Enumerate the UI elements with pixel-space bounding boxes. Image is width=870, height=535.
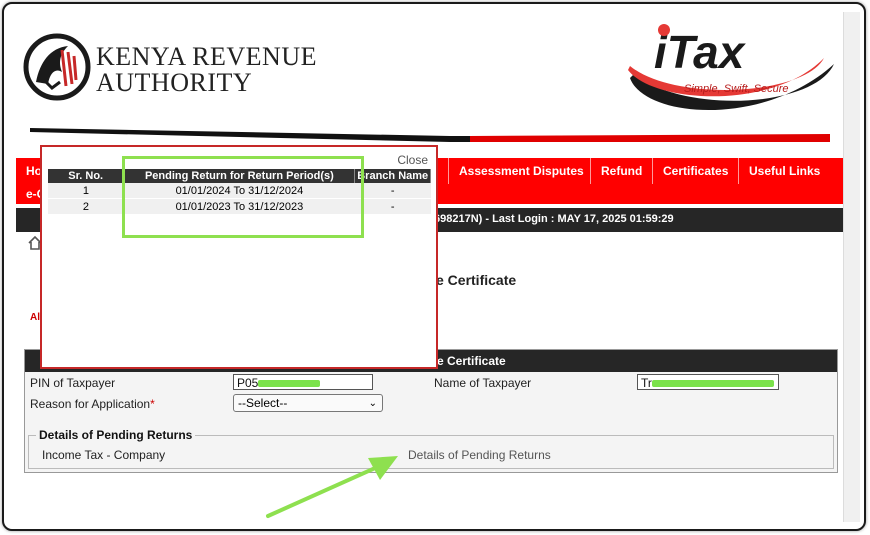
menu-item-assessment-disputes[interactable]: Assessment Disputes	[448, 158, 594, 184]
form-header-title: e Certificate	[437, 354, 506, 368]
branch-cell: -	[354, 183, 431, 199]
taxpayer-name-input[interactable]: Tr	[637, 374, 779, 390]
sr-no-cell: 1	[48, 183, 124, 199]
required-star: *	[150, 397, 155, 411]
kra-lion-logo-icon	[23, 33, 91, 101]
organisation-name: KENYA REVENUE AUTHORITY	[96, 44, 317, 96]
redaction-mask	[651, 380, 774, 388]
org-name-line1: KENYA REVENUE	[96, 42, 317, 71]
column-header-sr-no: Sr. No.	[48, 169, 125, 183]
last-login-text: 698217N) - Last Login : MAY 17, 2025 01:…	[434, 213, 674, 225]
vertical-scrollbar[interactable]	[843, 12, 860, 522]
redaction-mask	[258, 380, 321, 388]
pending-returns-link[interactable]: Details of Pending Returns	[408, 448, 551, 462]
popup-close-button[interactable]: Close	[397, 153, 428, 167]
reason-selected-value: --Select--	[238, 396, 288, 410]
org-name-line2: AUTHORITY	[96, 68, 253, 97]
itax-logo-icon: iTax Simple, Swift, Secure	[628, 24, 834, 111]
taxpayer-name-value: Tr	[641, 376, 652, 390]
chevron-down-icon: ⌄	[368, 398, 377, 409]
required-fields-note: Al	[30, 312, 40, 323]
reason-label-text: Reason for Application	[30, 397, 151, 411]
page-title: e Certificate	[436, 272, 517, 288]
menu-item-refund[interactable]: Refund	[590, 158, 652, 184]
pin-input[interactable]: P05	[233, 374, 373, 390]
highlight-box-annotation	[122, 156, 364, 238]
window-frame: KENYA REVENUE AUTHORITY iTax Simple, Swi…	[2, 2, 866, 531]
reason-label: Reason for Application*	[30, 397, 155, 411]
pin-value: P05	[237, 376, 259, 390]
reason-select[interactable]: --Select-- ⌄	[233, 394, 383, 412]
sr-no-cell: 2	[48, 198, 124, 215]
taxpayer-name-label: Name of Taxpayer	[434, 376, 532, 390]
menu-item-certificates[interactable]: Certificates	[652, 158, 738, 184]
header-swoosh-divider	[30, 128, 830, 142]
pending-returns-legend: Details of Pending Returns	[36, 428, 196, 442]
tax-type-label: Income Tax - Company	[42, 448, 166, 462]
annotation-arrow-icon	[266, 456, 398, 518]
pin-label: PIN of Taxpayer	[30, 376, 116, 390]
column-header-branch: Branch Name	[354, 169, 431, 183]
itax-tagline: Simple, Swift, Secure	[684, 83, 789, 95]
menu-item-useful-links[interactable]: Useful Links	[738, 158, 830, 184]
branch-cell: -	[354, 198, 431, 215]
